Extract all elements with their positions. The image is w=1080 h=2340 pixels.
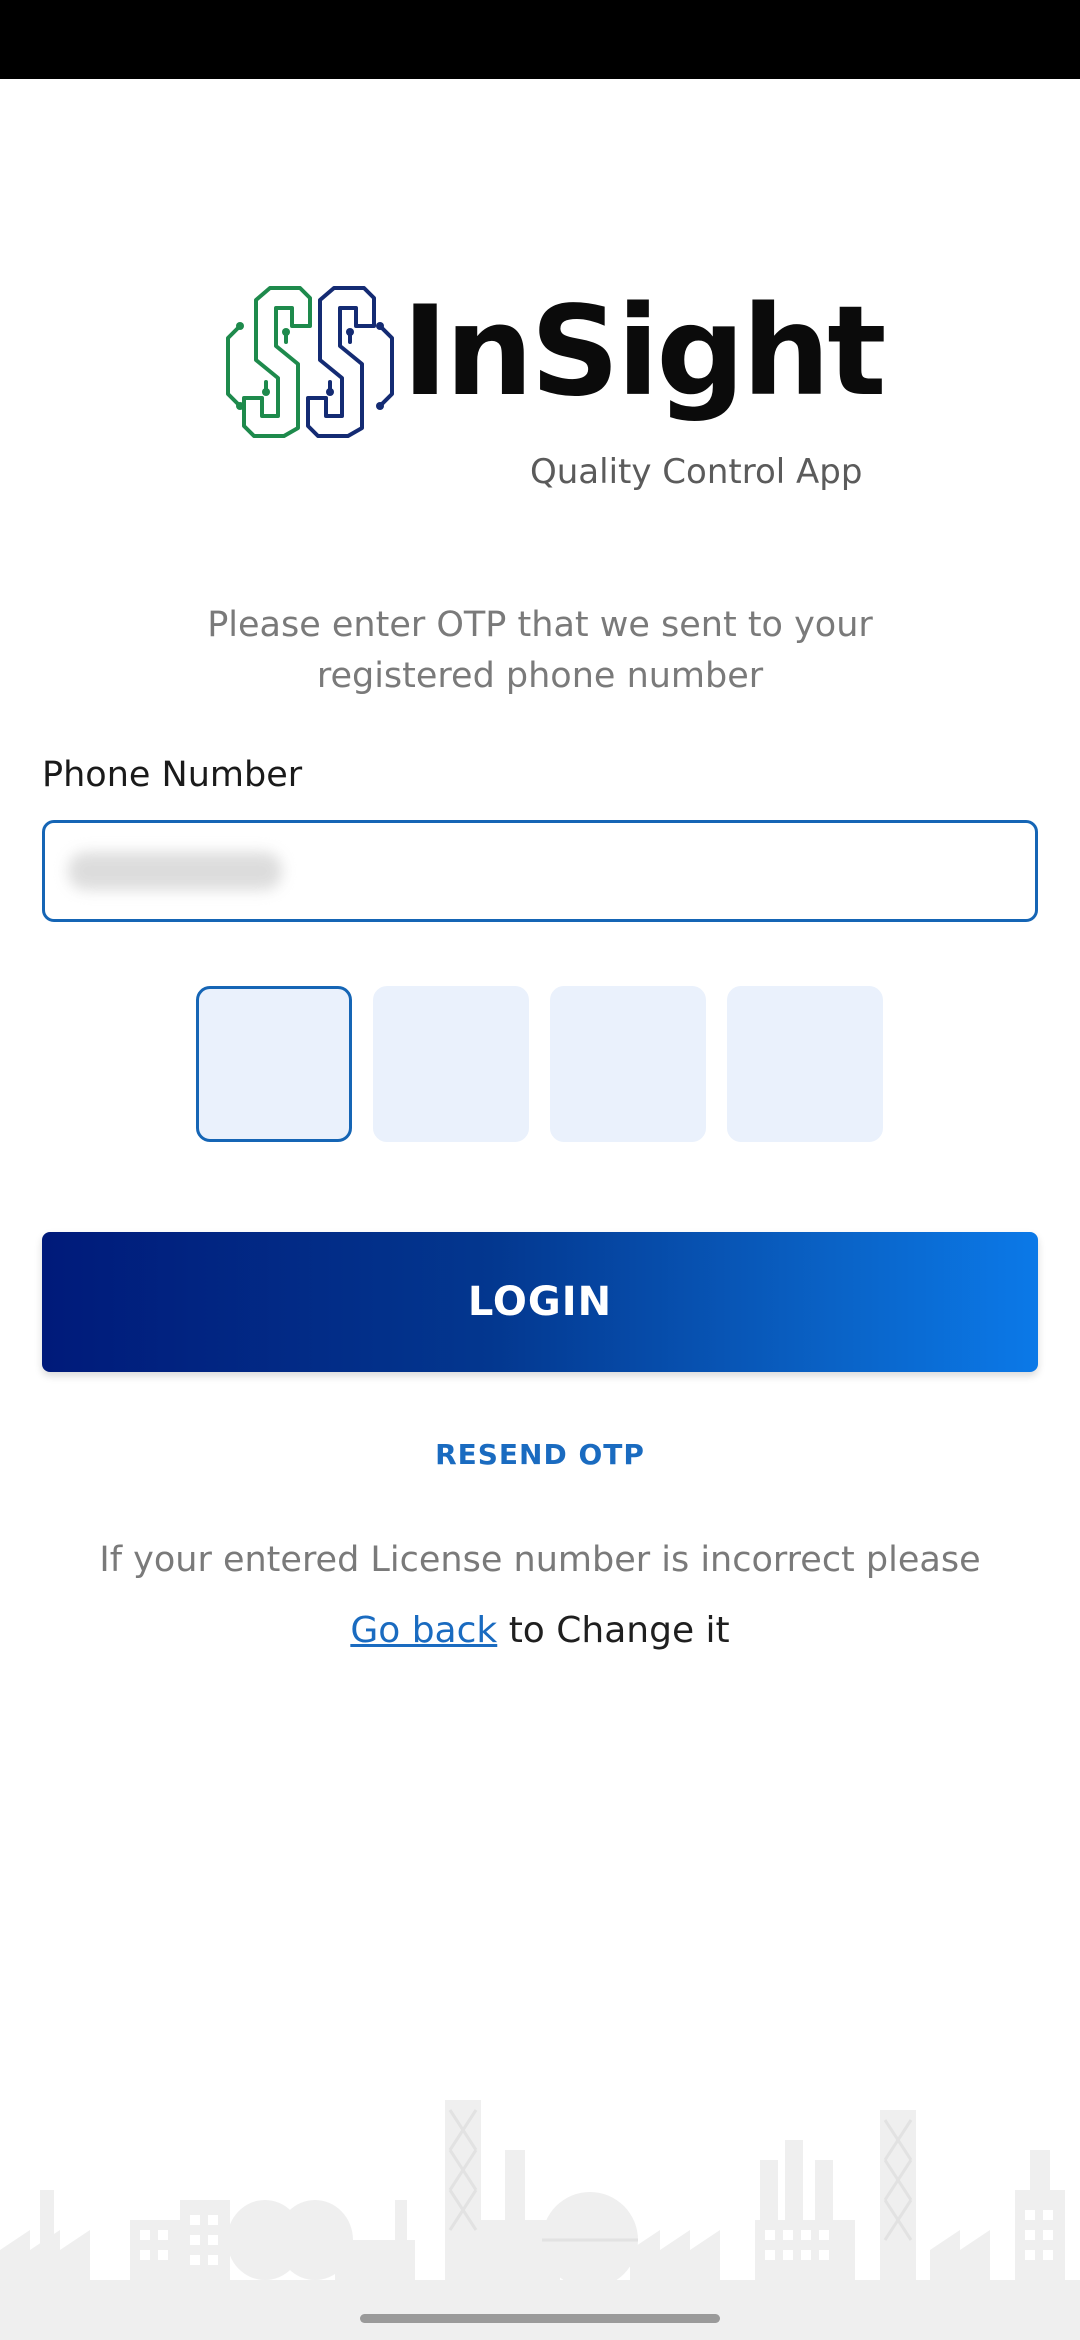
app-logo: InSight Quality Control App	[226, 280, 887, 502]
insight-logo-icon	[226, 286, 394, 438]
factory-skyline-illustration	[0, 2100, 1080, 2340]
home-indicator[interactable]	[360, 2314, 720, 2323]
otp-instructions: Please enter OTP that we sent to your re…	[207, 605, 873, 696]
go-back-link[interactable]: Go back	[350, 1610, 497, 1651]
license-hint-text: If your entered License number is incorr…	[99, 1540, 981, 1580]
resend-otp-link[interactable]: RESEND OTP	[340, 1438, 740, 1471]
phone-number-label: Phone Number	[42, 755, 303, 795]
login-button[interactable]: LOGIN	[42, 1232, 1038, 1372]
otp-digit-4[interactable]	[727, 986, 883, 1142]
app-name: InSight	[402, 280, 887, 424]
redacted-phone-number	[68, 852, 282, 890]
app-tagline: Quality Control App	[530, 452, 863, 492]
otp-digit-2[interactable]	[373, 986, 529, 1142]
status-bar	[0, 0, 1080, 79]
otp-digit-1[interactable]	[196, 986, 352, 1142]
otp-digit-3[interactable]	[550, 986, 706, 1142]
change-it-text: to Change it	[497, 1610, 730, 1651]
change-license-hint: Go back to Change it	[190, 1610, 890, 1651]
